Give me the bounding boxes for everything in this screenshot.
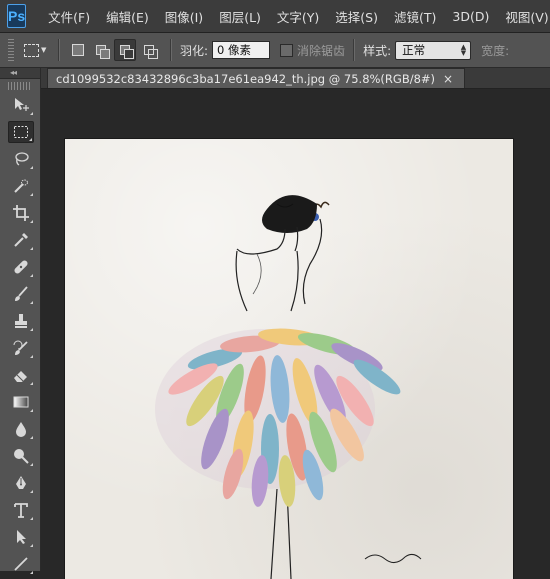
line-tool[interactable] [8,553,34,575]
menu-image[interactable]: 图像(I) [157,7,211,26]
spot-heal-icon [14,260,28,274]
intersect-selection-button[interactable] [139,40,159,60]
add-selection-icon [96,45,110,59]
width-label: 宽度: [481,43,510,58]
move-icon [15,98,29,111]
style-label: 样式: [363,43,392,58]
tools-panel: ◂◂ [0,68,41,574]
subtract-from-selection-button[interactable] [114,39,136,61]
menu-3d[interactable]: 3D(D) [444,9,497,24]
document-image[interactable] [65,139,513,579]
spot-heal-tool[interactable] [8,256,34,278]
menu-select[interactable]: 选择(S) [327,7,386,26]
menu-filter[interactable]: 滤镜(T) [386,7,444,26]
divider [170,39,172,61]
tools-panel-collapse[interactable]: ◂◂ [0,68,40,79]
intersect-selection-icon [144,45,158,59]
menu-layer[interactable]: 图层(L) [211,7,269,26]
quick-select-icon [14,179,28,193]
antialias-checkbox[interactable] [280,43,294,57]
blur-tool[interactable] [8,418,34,440]
new-selection-button[interactable] [68,40,88,60]
crop-tool[interactable] [8,202,34,224]
eyedropper-icon [14,233,28,247]
document-tab[interactable]: cd1099532c83432896c3ba17e61ea942_th.jpg … [47,68,465,88]
style-select-value: 正常 [402,43,426,57]
antialias-label: 消除锯齿 [297,43,346,58]
type-icon [14,503,28,518]
pen-icon [16,476,26,489]
tools-panel-grip[interactable] [8,82,32,90]
feather-label: 羽化: [180,43,209,58]
menu-bar: Ps 文件(F) 编辑(E) 图像(I) 图层(L) 文字(Y) 选择(S) 滤… [0,0,550,33]
line-icon [14,557,28,571]
type-tool[interactable] [8,499,34,521]
quilled-skirt [155,328,401,507]
add-to-selection-button[interactable] [91,40,111,60]
gradient-tool[interactable] [8,391,34,413]
clone-stamp-icon [15,314,27,328]
menu-view[interactable]: 视图(V) [497,7,550,26]
updown-arrows-icon: ▲ ▼ [460,43,467,57]
dodge-tool[interactable] [8,445,34,467]
rect-marquee-icon [14,126,28,138]
path-select-icon [17,530,26,544]
tool-preset-picker[interactable]: ▼ [24,39,50,61]
gradient-icon [13,396,29,408]
lasso-icon [15,152,29,166]
history-brush-icon [13,340,28,355]
crop-icon [13,205,29,221]
clone-stamp-tool[interactable] [8,310,34,332]
menu-file[interactable]: 文件(F) [40,7,98,26]
menu-edit[interactable]: 编辑(E) [98,7,157,26]
pen-tool[interactable] [8,472,34,494]
blur-icon [16,422,26,437]
divider [353,39,356,61]
divider [58,39,60,61]
subtract-selection-icon [120,45,134,59]
quilled-dancer-artwork [155,195,422,579]
feather-input[interactable]: 0 像素 [212,41,271,59]
path-select-tool[interactable] [8,526,34,548]
lasso-tool[interactable] [8,148,34,170]
menu-type[interactable]: 文字(Y) [269,7,327,26]
document-tab-title: cd1099532c83432896c3ba17e61ea942_th.jpg … [56,71,436,86]
options-bar: ▼ 羽化: 0 像素 消除锯齿 样式: 正常 ▲ ▼ 宽度: [0,33,550,68]
history-brush-tool[interactable] [8,337,34,359]
rect-marquee-icon [24,43,39,57]
eyedropper-tool[interactable] [8,229,34,251]
brush-tool[interactable] [8,283,34,305]
new-selection-icon [72,44,84,56]
canvas-area[interactable] [41,89,550,579]
quick-select-tool[interactable] [8,175,34,197]
dodge-icon [14,449,29,464]
options-bar-grip[interactable] [8,39,14,61]
chevron-down-icon: ▼ [41,46,47,54]
move-tool[interactable] [8,94,34,116]
photoshop-logo: Ps [7,4,27,28]
rect-marquee-tool[interactable] [8,121,34,143]
eraser-icon [14,371,27,382]
eraser-tool[interactable] [8,364,34,386]
brush-icon [15,286,28,301]
style-select[interactable]: 正常 ▲ ▼ [395,40,472,60]
document-tab-bar: cd1099532c83432896c3ba17e61ea942_th.jpg … [41,68,550,89]
close-icon[interactable]: × [443,72,453,86]
